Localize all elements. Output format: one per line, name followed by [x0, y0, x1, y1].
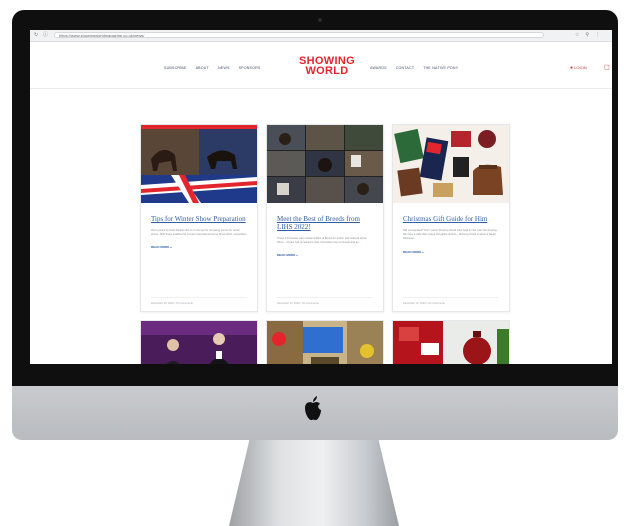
- nav-left: SUBSCRIBE ABOUT NEWS SPONSORS: [164, 66, 261, 70]
- presenters-photo: [141, 321, 257, 364]
- login-link[interactable]: ● LOGIN: [570, 65, 587, 71]
- post-card[interactable]: Christmas Gift Guide for Him Still unorg…: [392, 124, 510, 312]
- christmas-photo: [393, 321, 509, 364]
- camera-icon: [318, 18, 322, 22]
- monitor-stand: [229, 440, 399, 526]
- nav-item-about[interactable]: ABOUT: [196, 66, 209, 70]
- reload-icon[interactable]: ↻: [34, 33, 38, 38]
- post-card[interactable]: Tips for Winter Show Preparation We're j…: [140, 124, 258, 312]
- nav-item-awards[interactable]: AWARDS: [370, 66, 387, 70]
- nav-item-contact[interactable]: CONTACT: [396, 66, 415, 70]
- address-bar[interactable]: https://www.showingworldmagazine.co.uk/n…: [54, 32, 544, 38]
- info-icon[interactable]: ⓘ: [43, 33, 48, 38]
- gift-guide-photo: [393, 125, 509, 203]
- post-meta: December 13, 2022 • No Comments: [277, 297, 373, 305]
- screen: ↻ ⓘ https://www.showingworldmagazine.co.…: [30, 30, 612, 364]
- browser-toolbar: ↻ ⓘ https://www.showingworldmagazine.co.…: [30, 30, 612, 42]
- post-image[interactable]: [393, 125, 509, 203]
- post-title[interactable]: Tips for Winter Show Preparation: [151, 215, 247, 223]
- post-image[interactable]: [267, 125, 383, 203]
- read-more-link[interactable]: READ MORE »: [151, 245, 247, 249]
- nav-item-sponsors[interactable]: SPONSORS: [239, 66, 261, 70]
- post-excerpt: Still unorganised? Don't panic! Showing …: [403, 229, 498, 241]
- post-card[interactable]: Meet the Best of Breeds from LIHS 2022! …: [266, 124, 384, 312]
- nav-item-news[interactable]: NEWS: [218, 66, 230, 70]
- site-logo[interactable]: SHOWING WORLD: [292, 56, 362, 77]
- horse-show-photo: [141, 125, 257, 203]
- browser-extension-icons[interactable]: ☆⚲⋮: [575, 32, 606, 38]
- read-more-link[interactable]: READ MORE »: [277, 253, 373, 257]
- read-more-link[interactable]: READ MORE »: [403, 250, 499, 254]
- rosettes-photo: [267, 321, 383, 364]
- login-label: LOGIN: [574, 65, 587, 70]
- post-card[interactable]: [140, 320, 258, 364]
- post-card[interactable]: [392, 320, 510, 364]
- post-meta: December 15, 2022 • No Comments: [151, 297, 247, 305]
- cart-icon[interactable]: ◻: [604, 63, 610, 71]
- nav-right: AWARDS CONTACT THE NATIVE PONY: [370, 66, 458, 70]
- site-header: SUBSCRIBE ABOUT NEWS SPONSORS SHOWING WO…: [30, 42, 612, 89]
- post-card[interactable]: [266, 320, 384, 364]
- logo-line-2: WORLD: [305, 65, 349, 77]
- post-meta: December 12, 2022 • No Comments: [403, 297, 499, 305]
- nav-item-native-pony[interactable]: THE NATIVE PONY: [423, 66, 458, 70]
- post-image[interactable]: [141, 125, 257, 203]
- apple-logo-icon: [305, 396, 321, 421]
- breeds-collage-photo: [267, 125, 383, 203]
- nav-item-subscribe[interactable]: SUBSCRIBE: [164, 66, 187, 70]
- post-excerpt: We're joined by Katie Meads who is on th…: [151, 229, 247, 237]
- post-title[interactable]: Christmas Gift Guide for Him: [403, 215, 499, 223]
- post-title[interactable]: Meet the Best of Breeds from LIHS 2022!: [277, 215, 373, 231]
- post-excerpt: These 13 beauties were declared Best of …: [277, 237, 367, 245]
- user-icon: ●: [570, 65, 574, 71]
